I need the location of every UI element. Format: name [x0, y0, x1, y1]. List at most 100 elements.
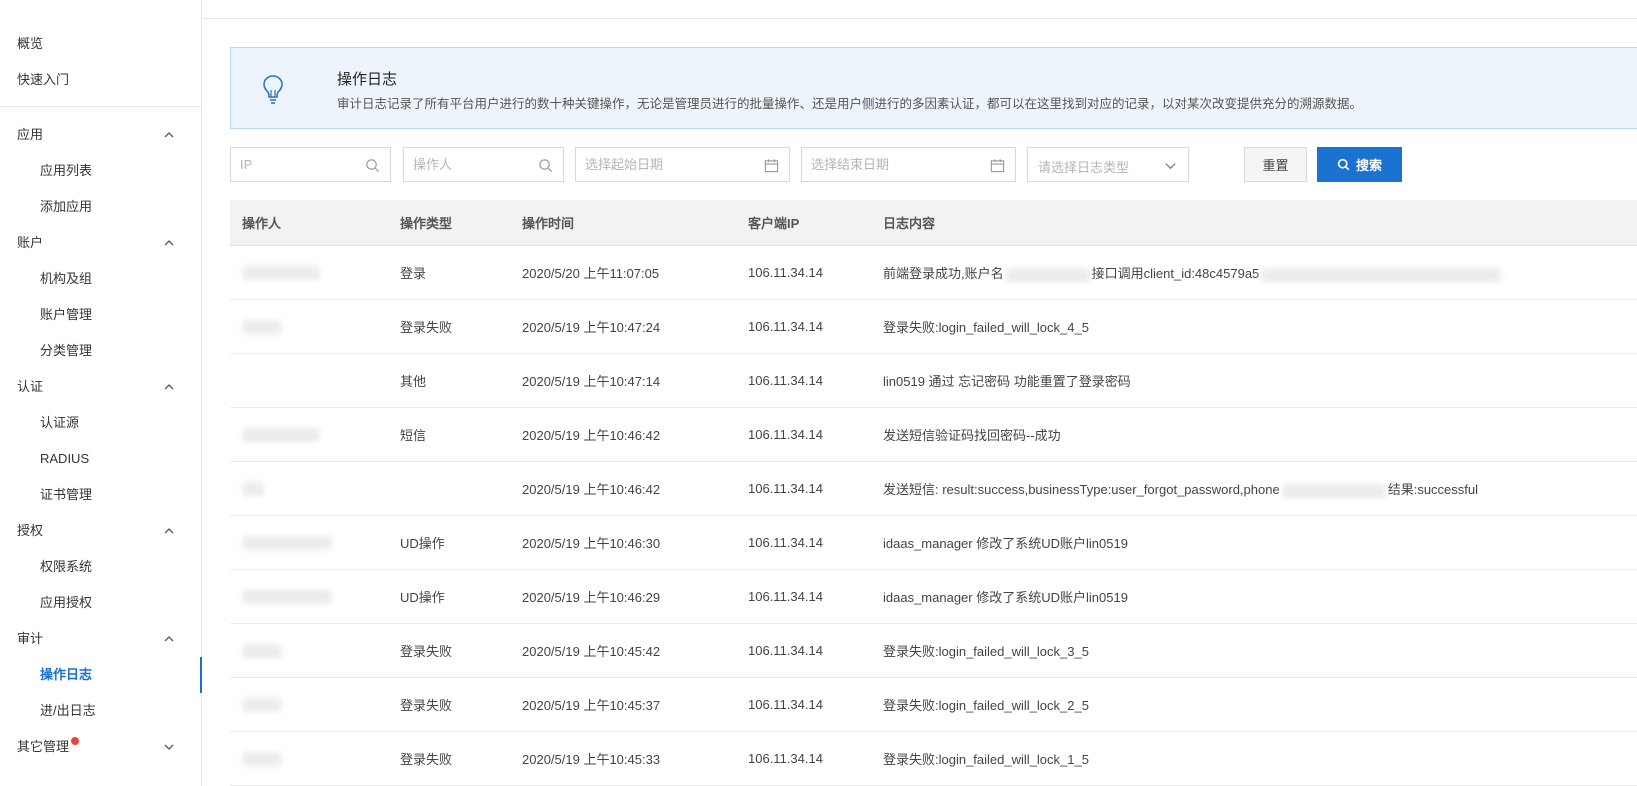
table-row[interactable]: 登录失败 2020/5/19 上午10:45:42 106.11.34.14 登…: [230, 624, 1637, 678]
type-cell: 登录: [400, 266, 427, 281]
table-row[interactable]: 其他 2020/5/19 上午10:47:14 106.11.34.14 lin…: [230, 354, 1637, 408]
type-cell: 登录失败: [400, 752, 453, 767]
ip-cell: 106.11.34.14: [748, 643, 823, 658]
content-cell: idaas_manager 修改了系统UD账户lin0519: [883, 590, 1128, 605]
sidebar-item-app-authorization[interactable]: 应用授权: [0, 585, 201, 621]
log-type-select[interactable]: 请选择日志类型: [1027, 147, 1189, 182]
content-cell: 发送短信验证码找回密码--成功: [883, 428, 1061, 443]
sidebar-item-app-list[interactable]: 应用列表: [0, 153, 201, 189]
content-text: 发送短信: result:success,businessType:user_f…: [883, 482, 1280, 497]
table-row[interactable]: UD操作 2020/5/19 上午10:46:30 106.11.34.14 i…: [230, 516, 1637, 570]
operator-cell: [230, 751, 400, 767]
sidebar-item-account-mgmt[interactable]: 账户管理: [0, 297, 201, 333]
table-row[interactable]: 短信 2020/5/19 上午10:46:42 106.11.34.14 发送短…: [230, 408, 1637, 462]
table-row[interactable]: 登录失败 2020/5/19 上午10:45:33 106.11.34.14 登…: [230, 732, 1637, 786]
search-icon: [366, 159, 380, 173]
nav-group-label: 认证: [17, 379, 44, 394]
content-cell: 发送短信: result:success,businessType:user_f…: [883, 479, 1637, 498]
time-cell: 2020/5/19 上午10:46:29: [522, 590, 661, 605]
lightbulb-icon: [263, 75, 283, 104]
nav-group-auth[interactable]: 认证: [0, 369, 201, 405]
table-row[interactable]: 登录失败 2020/5/19 上午10:47:24 106.11.34.14 登…: [230, 300, 1637, 354]
sidebar-item-orgs[interactable]: 机构及组: [0, 261, 201, 297]
chevron-up-icon: [164, 636, 174, 642]
time-cell: 2020/5/20 上午11:07:05: [522, 266, 660, 281]
table-row[interactable]: 登录失败 2020/5/19 上午10:45:37 106.11.34.14 登…: [230, 678, 1637, 732]
log-table: 操作人 操作类型 操作时间 客户端IP 日志内容 登录 2020/5/20 上午…: [230, 200, 1637, 786]
table-row[interactable]: UD操作 2020/5/19 上午10:46:29 106.11.34.14 i…: [230, 570, 1637, 624]
nav-overview[interactable]: 概览: [0, 26, 201, 62]
end-date-picker: [801, 147, 1016, 182]
operator-filter: [403, 147, 564, 182]
nav-group-label: 授权: [17, 523, 44, 538]
nav-group-authorization[interactable]: 授权: [0, 513, 201, 549]
sidebar-item-radius[interactable]: RADIUS: [0, 441, 201, 477]
content-cell: 登录失败:login_failed_will_lock_3_5: [883, 644, 1089, 659]
redacted-client-id: [1261, 267, 1502, 282]
type-cell: UD操作: [400, 536, 445, 551]
nav-group-audit[interactable]: 审计: [0, 621, 201, 657]
search-button[interactable]: 搜索: [1317, 147, 1402, 182]
sidebar: 概览 快速入门 应用 应用列表 添加应用 账户 机构及组 账户管理 分类管理 认…: [0, 0, 202, 786]
redacted-operator: [242, 266, 320, 281]
content-cell: 登录失败:login_failed_will_lock_2_5: [883, 698, 1089, 713]
redacted-operator: [242, 320, 282, 335]
time-cell: 2020/5/19 上午10:47:14: [522, 374, 661, 389]
redacted-operator: [242, 644, 282, 659]
sidebar-item-auth-source[interactable]: 认证源: [0, 405, 201, 441]
search-button-label: 搜索: [1355, 158, 1382, 173]
filter-bar: 请选择日志类型 重置 搜索: [230, 147, 1630, 183]
operator-cell: [230, 265, 400, 281]
start-date-input[interactable]: [576, 148, 789, 181]
ip-cell: 106.11.34.14: [748, 373, 823, 388]
ip-cell: 106.11.34.14: [748, 427, 823, 442]
column-header-content: 日志内容: [883, 216, 936, 231]
type-cell: 登录失败: [400, 644, 453, 659]
content-text-2: 接口调用client_id:48c4579a5: [1091, 266, 1260, 281]
redacted-operator: [242, 428, 320, 443]
type-cell: 登录失败: [400, 698, 453, 713]
operator-cell: [230, 535, 400, 551]
chevron-up-icon: [164, 132, 174, 138]
time-cell: 2020/5/19 上午10:45:37: [522, 698, 661, 713]
operator-cell: [230, 427, 400, 443]
ip-cell: 106.11.34.14: [748, 751, 823, 766]
nav-group-label: 账户: [17, 235, 44, 250]
sidebar-item-permission-system[interactable]: 权限系统: [0, 549, 201, 585]
redacted-operator: [242, 590, 332, 605]
redacted-operator: [242, 536, 332, 551]
sidebar-item-access-log[interactable]: 进/出日志: [0, 693, 201, 729]
table-header: 操作人 操作类型 操作时间 客户端IP 日志内容: [230, 200, 1637, 246]
redacted-operator: [242, 752, 282, 767]
reset-button[interactable]: 重置: [1244, 147, 1307, 182]
redacted-operator: [242, 482, 264, 497]
redacted-account: [1005, 267, 1090, 282]
sidebar-item-cert-mgmt[interactable]: 证书管理: [0, 477, 201, 513]
search-icon: [539, 159, 553, 173]
nav-group-label: 审计: [17, 631, 44, 646]
table-row[interactable]: 登录 2020/5/20 上午11:07:05 106.11.34.14 前端登…: [230, 246, 1637, 300]
nav-group-accounts[interactable]: 账户: [0, 225, 201, 261]
nav-group-apps[interactable]: 应用: [0, 117, 201, 153]
nav-group-label-with-badge: 其它管理: [17, 729, 80, 765]
table-row[interactable]: 2020/5/19 上午10:46:42 106.11.34.14 发送短信: …: [230, 462, 1637, 516]
page-title: 操作日志: [337, 71, 398, 88]
redacted-phone: [1281, 483, 1386, 498]
sidebar-item-add-app[interactable]: 添加应用: [0, 189, 201, 225]
operator-cell: [230, 643, 400, 659]
sidebar-item-operation-log[interactable]: 操作日志: [0, 657, 202, 693]
time-cell: 2020/5/19 上午10:46:42: [522, 482, 661, 497]
start-date-picker: [575, 147, 790, 182]
content-text-2: 结果:successful: [1387, 482, 1479, 497]
nav-group-other[interactable]: 其它管理: [0, 729, 201, 765]
type-cell: 登录失败: [400, 320, 453, 335]
sidebar-item-category-mgmt[interactable]: 分类管理: [0, 333, 201, 369]
ip-cell: 106.11.34.14: [748, 535, 823, 550]
operator-cell: [230, 481, 400, 497]
end-date-input[interactable]: [802, 148, 1015, 181]
ip-cell: 106.11.34.14: [748, 589, 823, 604]
column-header-ip: 客户端IP: [748, 216, 800, 231]
nav-quick-start[interactable]: 快速入门: [0, 62, 201, 98]
ip-cell: 106.11.34.14: [748, 265, 823, 280]
calendar-icon: [764, 159, 779, 173]
